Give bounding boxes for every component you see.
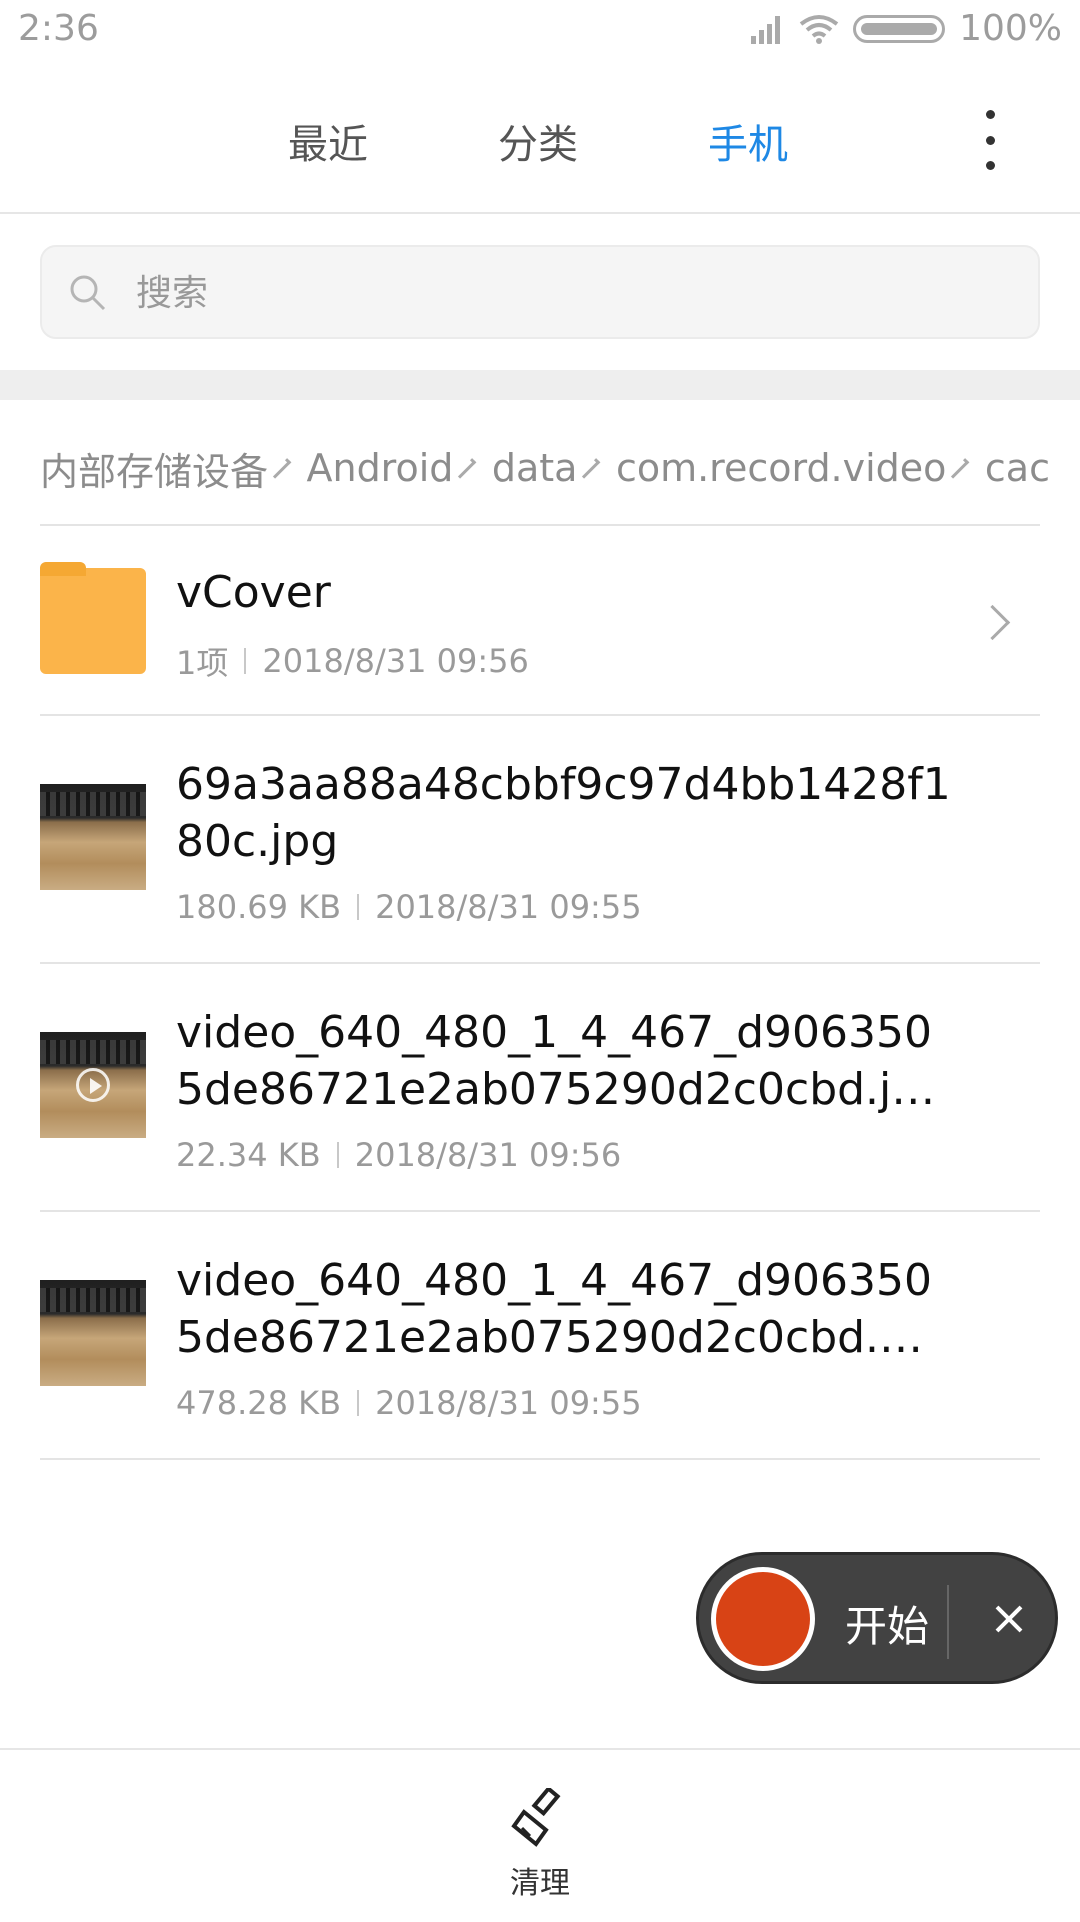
signal-icon	[751, 15, 781, 44]
search-input[interactable]	[134, 247, 1018, 339]
image-thumbnail	[40, 784, 146, 890]
divider	[40, 1458, 1040, 1460]
file-size: 22.34 KB	[176, 1136, 321, 1174]
battery-icon	[853, 14, 946, 43]
battery-percent: 100%	[959, 8, 1062, 49]
status-bar: 2:36 100%	[0, 0, 1080, 64]
breadcrumb-item[interactable]: data	[492, 446, 578, 490]
breadcrumb-item[interactable]: 内部存储设备	[40, 441, 268, 496]
file-row[interactable]: 69a3aa88a48cbbf9c97d4bb1428f180c.jpg 180…	[0, 716, 1080, 962]
file-row[interactable]: video_640_480_1_4_467_d9063505de86721e2a…	[0, 1212, 1080, 1458]
file-date: 2018/8/31 09:55	[375, 888, 642, 926]
more-menu-icon[interactable]	[980, 110, 1000, 170]
broom-icon	[511, 1785, 561, 1847]
folder-icon	[40, 562, 146, 674]
record-button[interactable]	[711, 1567, 815, 1671]
status-icons: 100%	[751, 8, 1062, 49]
image-thumbnail	[40, 1280, 146, 1386]
file-row-folder[interactable]: vCover 1项 2018/8/31 09:56	[0, 526, 1080, 714]
file-meta: 180.69 KB 2018/8/31 09:55	[176, 888, 642, 926]
file-date: 2018/8/31 09:55	[375, 1384, 642, 1422]
start-recording-button[interactable]: 开始	[845, 1593, 929, 1654]
chevron-right-icon	[974, 604, 1011, 641]
wifi-icon	[799, 14, 839, 44]
video-thumbnail	[40, 1032, 146, 1138]
search-bar[interactable]	[40, 245, 1040, 339]
chevron-right-icon	[270, 457, 292, 479]
clean-label: 清理	[510, 1866, 570, 1901]
file-size: 1项	[176, 644, 229, 682]
file-meta: 478.28 KB 2018/8/31 09:55	[176, 1384, 642, 1422]
file-date: 2018/8/31 09:56	[262, 642, 529, 680]
close-icon[interactable]	[983, 1593, 1035, 1645]
clean-button[interactable]: 清理	[490, 1785, 590, 1902]
search-icon	[70, 275, 106, 311]
file-name: 69a3aa88a48cbbf9c97d4bb1428f180c.jpg	[176, 759, 951, 867]
tab-phone[interactable]: 手机	[708, 112, 788, 170]
tab-bar: 最近 分类 手机	[0, 80, 1080, 214]
file-name: video_640_480_1_4_467_d9063505de86721e2a…	[176, 1255, 933, 1363]
file-date: 2018/8/31 09:56	[354, 1136, 622, 1174]
file-meta: 1项 2018/8/31 09:56	[176, 638, 529, 684]
file-size: 180.69 KB	[176, 888, 342, 926]
screen-recorder-widget: 开始	[696, 1552, 1058, 1684]
breadcrumb-item[interactable]: cac	[985, 446, 1050, 490]
breadcrumb: 内部存储设备 Android data com.record.video cac	[40, 440, 1050, 496]
section-divider	[0, 370, 1080, 400]
file-size: 478.28 KB	[176, 1384, 342, 1422]
chevron-right-icon	[580, 457, 602, 479]
tab-recent[interactable]: 最近	[288, 112, 368, 170]
play-icon	[76, 1068, 110, 1102]
file-name: video_640_480_1_4_467_d9063505de86721e2a…	[176, 1007, 936, 1115]
file-meta: 22.34 KB 2018/8/31 09:56	[176, 1136, 621, 1174]
tab-category[interactable]: 分类	[498, 112, 578, 170]
file-name: vCover	[176, 567, 331, 618]
chevron-right-icon	[949, 457, 971, 479]
file-row[interactable]: video_640_480_1_4_467_d9063505de86721e2a…	[0, 964, 1080, 1210]
status-time: 2:36	[18, 8, 99, 49]
breadcrumb-item[interactable]: Android	[306, 446, 453, 490]
chevron-right-icon	[456, 457, 478, 479]
bottom-toolbar: 清理	[0, 1748, 1080, 1922]
breadcrumb-item[interactable]: com.record.video	[616, 446, 947, 490]
